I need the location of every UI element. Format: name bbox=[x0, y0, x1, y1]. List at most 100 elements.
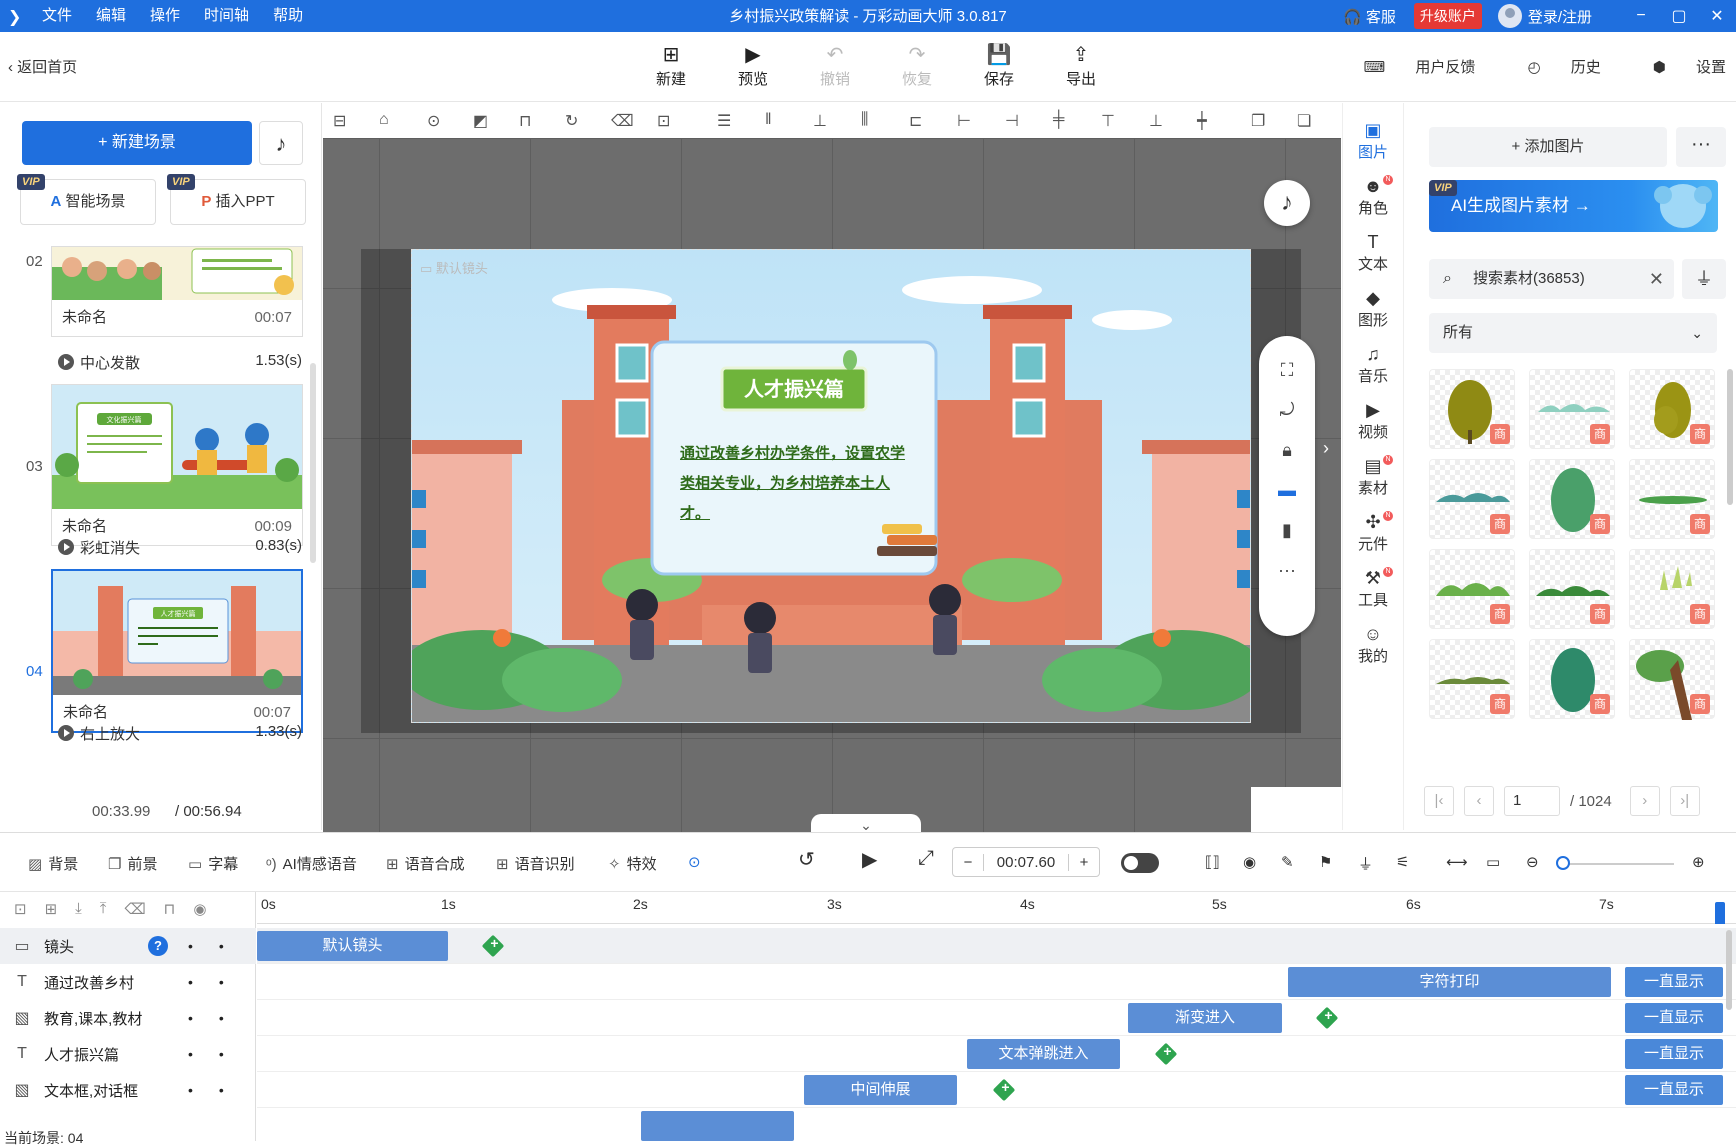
align-vertical-icon[interactable]: ‖ bbox=[765, 111, 772, 129]
tts-button[interactable]: ⊞ 语音合成 bbox=[386, 853, 465, 874]
fit-screen-icon[interactable]: ⛶ bbox=[1259, 360, 1315, 381]
lane-partial[interactable] bbox=[257, 1108, 1736, 1141]
timeline-scrollbar[interactable] bbox=[1726, 930, 1732, 1010]
image-tile[interactable]: 商 bbox=[1529, 369, 1615, 449]
eye-icon[interactable]: ◉ bbox=[193, 900, 206, 918]
clip-always-show[interactable]: 一直显示 bbox=[1625, 1039, 1723, 1069]
play-icon[interactable]: ▶ bbox=[862, 847, 877, 872]
add-keyframe-icon[interactable] bbox=[1154, 1042, 1178, 1066]
more-tools-icon[interactable]: ⊙ bbox=[688, 853, 701, 871]
add-keyframe-icon[interactable] bbox=[1315, 1006, 1339, 1030]
image-tile[interactable]: 商 bbox=[1429, 369, 1515, 449]
preview-button[interactable]: ▶ 预览 bbox=[712, 42, 794, 89]
add-keyframe-icon[interactable] bbox=[481, 934, 505, 958]
image-tile[interactable]: 商 bbox=[1429, 459, 1515, 539]
track-row[interactable]: T 人才振兴篇 •• bbox=[0, 1036, 256, 1072]
save-button[interactable]: 💾 保存 bbox=[958, 42, 1040, 89]
add-image-button[interactable]: + 添加图片 bbox=[1429, 127, 1667, 167]
image-tile[interactable]: 商 bbox=[1529, 639, 1615, 719]
landscape-icon[interactable]: ▬ bbox=[1259, 480, 1315, 501]
scene-list-scrollbar[interactable] bbox=[310, 363, 316, 563]
prev-page-button[interactable]: ‹ bbox=[1464, 786, 1494, 816]
track-row-camera[interactable]: ▭ 镜头 ? •• bbox=[0, 928, 256, 964]
tab-image[interactable]: ▣ 图片 bbox=[1343, 119, 1403, 162]
clear-icon[interactable]: ✕ bbox=[1649, 259, 1664, 299]
background-button[interactable]: ▨ 背景 bbox=[28, 853, 78, 874]
new-button[interactable]: ⊞ 新建 bbox=[630, 42, 712, 89]
image-tile[interactable]: 商 bbox=[1629, 369, 1715, 449]
ai-image-banner[interactable]: VIP AI生成图片素材 → bbox=[1429, 180, 1718, 232]
rotate-icon[interactable]: ↻ bbox=[565, 111, 578, 131]
tab-mine[interactable]: ☺ 我的 bbox=[1343, 623, 1403, 666]
ai-voice-button[interactable]: ᵒ) AI情感语音 bbox=[266, 853, 357, 874]
fit-width-icon[interactable]: ⟷ bbox=[1446, 853, 1468, 871]
ratio-icon[interactable]: ▭ bbox=[1486, 853, 1500, 871]
redo-button[interactable]: ↷ 恢复 bbox=[876, 42, 958, 89]
paste-icon[interactable]: ❏ bbox=[1297, 111, 1311, 131]
image-tile[interactable]: 商 bbox=[1529, 549, 1615, 629]
scene-card-03[interactable]: 文化振兴篇 未命名 00:09 bbox=[51, 384, 303, 546]
playhead[interactable] bbox=[1715, 902, 1725, 926]
track-visibility-dots[interactable]: •• bbox=[188, 1082, 250, 1098]
transition-item[interactable]: 右上放大 1.33(s) bbox=[58, 723, 302, 744]
delete-icon[interactable]: ⌫ bbox=[124, 900, 145, 918]
flip-icon[interactable]: ◩ bbox=[473, 111, 488, 131]
tab-music[interactable]: ♫ 音乐 bbox=[1343, 343, 1403, 386]
lock-icon[interactable]: ⊓ bbox=[519, 111, 531, 131]
close-button[interactable]: ✕ bbox=[1698, 6, 1736, 26]
align-left-icon[interactable]: ⊢ bbox=[957, 111, 971, 131]
search-input[interactable]: ⌕ 搜索素材(36853) ✕ bbox=[1429, 259, 1674, 299]
insert-ppt-button[interactable]: VIP P 插入PPT bbox=[167, 174, 306, 225]
track-row[interactable]: T 通过改善乡村 •• bbox=[0, 964, 256, 1000]
upgrade-account-button[interactable]: 升级账户 bbox=[1413, 3, 1482, 29]
flip-icon[interactable]: ⤾ bbox=[1259, 400, 1315, 421]
export-button[interactable]: ⇪ 导出 bbox=[1040, 42, 1122, 89]
track-visibility-dots[interactable]: •• bbox=[188, 1046, 250, 1062]
clip-typing[interactable]: 字符打印 bbox=[1288, 967, 1611, 997]
zoom-slider-knob[interactable] bbox=[1556, 856, 1570, 870]
menu-timeline[interactable]: 时间轴 bbox=[204, 0, 249, 32]
last-page-button[interactable]: ›| bbox=[1669, 786, 1700, 816]
tab-tools[interactable]: ⚒ 工具 N bbox=[1343, 567, 1403, 610]
page-input[interactable]: 1 bbox=[1504, 786, 1560, 816]
tab-material[interactable]: ▤ 素材 N bbox=[1343, 455, 1403, 498]
camera-snapshot-icon[interactable]: ◉ bbox=[1243, 853, 1256, 871]
collapse-timeline-button[interactable]: ⌄ bbox=[811, 814, 921, 832]
tab-video[interactable]: ▶ 视频 bbox=[1343, 399, 1403, 442]
transition-item[interactable]: 彩虹消失 0.83(s) bbox=[58, 537, 302, 558]
image-tile[interactable]: 商 bbox=[1629, 549, 1715, 629]
clip-middle-stretch[interactable]: 中间伸展 bbox=[804, 1075, 957, 1105]
align-top-edge-icon[interactable]: ⊤ bbox=[1101, 111, 1115, 131]
effects-button[interactable]: ✧ 特效 bbox=[608, 853, 657, 874]
ruler-icon[interactable]: ⊟ bbox=[333, 111, 346, 131]
time-increment-button[interactable]: + bbox=[1069, 854, 1099, 871]
image-tile[interactable]: 商 bbox=[1429, 549, 1515, 629]
distribute-v-icon[interactable]: ⊏ bbox=[909, 111, 922, 131]
menu-operate[interactable]: 操作 bbox=[150, 0, 180, 32]
marker-icon[interactable]: ⚑ bbox=[1319, 853, 1332, 871]
category-select[interactable]: 所有 ⌄ bbox=[1429, 313, 1717, 353]
first-page-button[interactable]: |‹ bbox=[1424, 786, 1454, 816]
zoom-in-icon[interactable]: ⊕ bbox=[1692, 853, 1705, 871]
image-tile[interactable]: 商 bbox=[1529, 459, 1615, 539]
minimize-button[interactable]: − bbox=[1622, 7, 1660, 25]
tab-component[interactable]: ✣ 元件 N bbox=[1343, 511, 1403, 554]
home-icon[interactable]: ⌂ bbox=[379, 111, 389, 129]
move-down-icon[interactable]: ⤓ bbox=[75, 900, 82, 918]
align-center-icon[interactable]: ╪ bbox=[1053, 111, 1064, 129]
more-options-button[interactable]: ··· bbox=[1676, 127, 1726, 167]
clip-default-camera[interactable]: 默认镜头 bbox=[257, 931, 448, 961]
delete-icon[interactable]: ⌫ bbox=[611, 111, 634, 131]
clip-always-show[interactable]: 一直显示 bbox=[1625, 967, 1723, 997]
copy-icon[interactable]: ❐ bbox=[1251, 111, 1265, 131]
image-tile[interactable]: 商 bbox=[1629, 459, 1715, 539]
align-bottom-edge-icon[interactable]: ⊥ bbox=[1149, 111, 1163, 131]
stage[interactable]: 人才振兴篇 通过改善乡村办学条件，设置农学类相关专业，为乡村培养本土人才。 ▭ … bbox=[411, 249, 1251, 723]
customer-service-button[interactable]: 🎧 客服 bbox=[1343, 6, 1396, 27]
expand-right-icon[interactable]: › bbox=[1323, 438, 1329, 459]
track-row[interactable]: ▧ 文本框,对话框 •• bbox=[0, 1072, 256, 1108]
mini-map[interactable] bbox=[1251, 787, 1341, 832]
maximize-button[interactable]: ▢ bbox=[1660, 6, 1698, 26]
tab-shape[interactable]: ◆ 图形 bbox=[1343, 287, 1403, 330]
editing-canvas[interactable]: 人才振兴篇 通过改善乡村办学条件，设置农学类相关专业，为乡村培养本土人才。 ▭ … bbox=[323, 138, 1341, 832]
